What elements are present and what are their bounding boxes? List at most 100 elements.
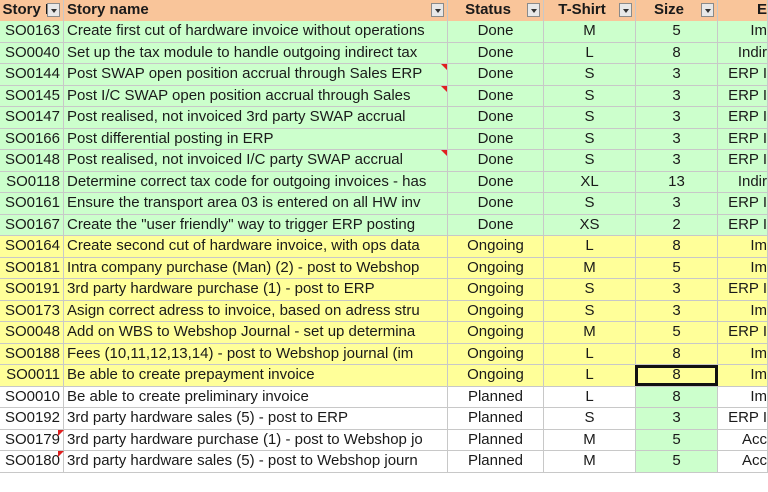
cell-tshirt[interactable]: S — [544, 300, 636, 322]
cell-story-name[interactable]: Add on WBS to Webshop Journal - set up d… — [64, 322, 448, 344]
cell-size[interactable]: 3 — [636, 150, 718, 172]
cell-status[interactable]: Done — [448, 107, 544, 129]
cell-status[interactable]: Ongoing — [448, 300, 544, 322]
cell-story-name[interactable]: 3rd party hardware purchase (1) - post t… — [64, 279, 448, 301]
cell-story-id[interactable]: SO0010 — [0, 386, 64, 408]
cell-tshirt[interactable]: M — [544, 451, 636, 473]
cell-status[interactable]: Ongoing — [448, 279, 544, 301]
cell-story-id[interactable]: SO0192 — [0, 408, 64, 430]
cell-story-name[interactable]: Be able to create preliminary invoice — [64, 386, 448, 408]
cell-story-id[interactable]: SO0179 — [0, 429, 64, 451]
cell-extra[interactable]: ERP I — [718, 128, 768, 150]
cell-status[interactable]: Planned — [448, 451, 544, 473]
cell-tshirt[interactable]: S — [544, 128, 636, 150]
cell-extra[interactable]: Im — [718, 257, 768, 279]
cell-status[interactable]: Ongoing — [448, 322, 544, 344]
cell-size[interactable]: 2 — [636, 214, 718, 236]
cell-story-name[interactable]: Fees (10,11,12,13,14) - post to Webshop … — [64, 343, 448, 365]
filter-dropdown-icon[interactable] — [701, 3, 714, 17]
cell-size[interactable]: 13 — [636, 171, 718, 193]
cell-tshirt[interactable]: S — [544, 193, 636, 215]
cell-status[interactable]: Done — [448, 64, 544, 86]
cell-story-id[interactable]: SO0173 — [0, 300, 64, 322]
cell-story-id[interactable]: SO0011 — [0, 365, 64, 387]
cell-tshirt[interactable]: S — [544, 408, 636, 430]
comment-indicator-icon[interactable] — [441, 85, 447, 92]
cell-size[interactable]: 5 — [636, 21, 718, 43]
cell-size[interactable]: 3 — [636, 279, 718, 301]
cell-size[interactable]: 8 — [636, 42, 718, 64]
cell-size[interactable]: 8 — [636, 365, 718, 387]
cell-story-name[interactable]: Set up the tax module to handle outgoing… — [64, 42, 448, 64]
cell-size[interactable]: 8 — [636, 386, 718, 408]
cell-status[interactable]: Ongoing — [448, 257, 544, 279]
cell-extra[interactable]: ERP I — [718, 85, 768, 107]
cell-extra[interactable]: Im — [718, 236, 768, 258]
cell-tshirt[interactable]: L — [544, 365, 636, 387]
cell-story-name[interactable]: Asign correct adress to invoice, based o… — [64, 300, 448, 322]
cell-extra[interactable]: ERP I — [718, 193, 768, 215]
cell-size[interactable]: 8 — [636, 343, 718, 365]
cell-story-name[interactable]: Post differential posting in ERP — [64, 128, 448, 150]
cell-extra[interactable]: ERP I — [718, 322, 768, 344]
cell-story-name[interactable]: Ensure the transport area 03 is entered … — [64, 193, 448, 215]
cell-extra[interactable]: ERP I — [718, 107, 768, 129]
cell-story-id[interactable]: SO0161 — [0, 193, 64, 215]
cell-tshirt[interactable]: S — [544, 85, 636, 107]
cell-extra[interactable]: Im — [718, 365, 768, 387]
cell-extra[interactable]: Im — [718, 300, 768, 322]
cell-extra[interactable]: Im — [718, 386, 768, 408]
header-extra[interactable]: E — [718, 0, 768, 22]
cell-story-id[interactable]: SO0188 — [0, 343, 64, 365]
cell-status[interactable]: Planned — [448, 408, 544, 430]
cell-status[interactable]: Ongoing — [448, 343, 544, 365]
cell-extra[interactable]: Indir — [718, 42, 768, 64]
cell-extra[interactable]: Indir — [718, 171, 768, 193]
cell-story-id[interactable]: SO0181 — [0, 257, 64, 279]
cell-extra[interactable]: ERP I — [718, 150, 768, 172]
cell-size[interactable]: 5 — [636, 451, 718, 473]
cell-extra[interactable]: ERP I — [718, 64, 768, 86]
cell-tshirt[interactable]: S — [544, 150, 636, 172]
cell-extra[interactable]: Im — [718, 21, 768, 43]
cell-size[interactable]: 5 — [636, 429, 718, 451]
cell-tshirt[interactable]: XL — [544, 171, 636, 193]
cell-tshirt[interactable]: S — [544, 64, 636, 86]
cell-status[interactable]: Done — [448, 21, 544, 43]
header-size[interactable]: Size — [636, 0, 718, 22]
cell-status[interactable]: Done — [448, 214, 544, 236]
cell-story-name[interactable]: 3rd party hardware sales (5) - post to E… — [64, 408, 448, 430]
cell-tshirt[interactable]: L — [544, 236, 636, 258]
cell-tshirt[interactable]: S — [544, 279, 636, 301]
cell-status[interactable]: Ongoing — [448, 365, 544, 387]
cell-story-name[interactable]: Post SWAP open position accrual through … — [64, 64, 448, 86]
cell-extra[interactable]: ERP I — [718, 279, 768, 301]
cell-tshirt[interactable]: XS — [544, 214, 636, 236]
cell-size[interactable]: 3 — [636, 128, 718, 150]
cell-tshirt[interactable]: M — [544, 257, 636, 279]
cell-story-name[interactable]: Create first cut of hardware invoice wit… — [64, 21, 448, 43]
filter-dropdown-icon[interactable] — [47, 3, 60, 17]
cell-size[interactable]: 3 — [636, 85, 718, 107]
cell-story-name[interactable]: Create the "user friendly" way to trigge… — [64, 214, 448, 236]
cell-story-id[interactable]: SO0166 — [0, 128, 64, 150]
cell-status[interactable]: Done — [448, 128, 544, 150]
cell-size[interactable]: 5 — [636, 257, 718, 279]
filter-dropdown-icon[interactable] — [527, 3, 540, 17]
cell-size[interactable]: 3 — [636, 408, 718, 430]
comment-indicator-icon[interactable] — [441, 64, 447, 70]
cell-story-name[interactable]: 3rd party hardware sales (5) - post to W… — [64, 451, 448, 473]
cell-status[interactable]: Done — [448, 171, 544, 193]
cell-extra[interactable]: ERP I — [718, 214, 768, 236]
cell-status[interactable]: Ongoing — [448, 236, 544, 258]
comment-indicator-icon[interactable] — [441, 150, 447, 156]
cell-story-id[interactable]: SO0180 — [0, 451, 64, 473]
cell-tshirt[interactable]: L — [544, 42, 636, 64]
cell-story-id[interactable]: SO0144 — [0, 64, 64, 86]
cell-tshirt[interactable]: M — [544, 322, 636, 344]
cell-story-name[interactable]: Post realised, not invoiced I/C party SW… — [64, 150, 448, 172]
cell-status[interactable]: Done — [448, 42, 544, 64]
cell-story-name[interactable]: Post realised, not invoiced 3rd party SW… — [64, 107, 448, 129]
filter-dropdown-icon[interactable] — [431, 3, 444, 17]
header-status[interactable]: Status — [448, 0, 544, 22]
